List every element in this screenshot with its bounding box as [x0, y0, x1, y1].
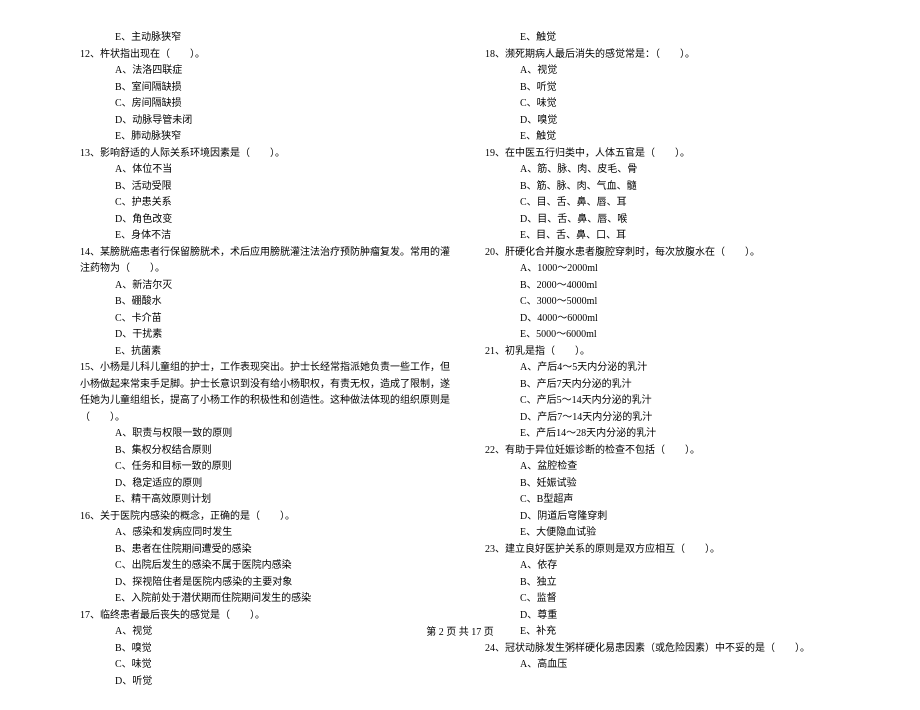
option-23c: C、监督 [485, 591, 860, 608]
option-15e: E、精干高效原则计划 [80, 492, 455, 509]
option-22e: E、大便隐血试验 [485, 525, 860, 542]
option-23a: A、依存 [485, 558, 860, 575]
option-12a: A、法洛四联症 [80, 63, 455, 80]
option-14e: E、抗菌素 [80, 344, 455, 361]
option-15c: C、任务和目标一致的原则 [80, 459, 455, 476]
question-18: 18、濒死期病人最后消失的感觉常是：（ ）。 [485, 47, 860, 64]
option-22d: D、阴道后穹隆穿刺 [485, 509, 860, 526]
option-13a: A、体位不当 [80, 162, 455, 179]
option-19c: C、目、舌、鼻、唇、耳 [485, 195, 860, 212]
question-16: 16、关于医院内感染的概念，正确的是（ ）。 [80, 509, 455, 526]
question-22: 22、有助于异位妊娠诊断的检查不包括（ ）。 [485, 443, 860, 460]
option-24a: A、高血压 [485, 657, 860, 674]
option-17e: E、触觉 [485, 30, 860, 47]
option-14a: A、新洁尔灭 [80, 278, 455, 295]
question-23: 23、建立良好医护关系的原则是双方应相互（ ）。 [485, 542, 860, 559]
question-12: 12、杵状指出现在（ ）。 [80, 47, 455, 64]
option-18d: D、嗅觉 [485, 113, 860, 130]
question-13: 13、影响舒适的人际关系环境因素是（ ）。 [80, 146, 455, 163]
option-15d: D、稳定适应的原则 [80, 476, 455, 493]
option-21b: B、产后7天内分泌的乳汁 [485, 377, 860, 394]
option-14b: B、硼酸水 [80, 294, 455, 311]
option-15a: A、职责与权限一致的原则 [80, 426, 455, 443]
question-15: 15、小杨是儿科儿童组的护士，工作表现突出。护士长经常指派她负责一些工作，但小杨… [80, 360, 455, 426]
option-16c: C、出院后发生的感染不属于医院内感染 [80, 558, 455, 575]
option-21e: E、产后14～28天内分泌的乳汁 [485, 426, 860, 443]
option-21d: D、产后7～14天内分泌的乳汁 [485, 410, 860, 427]
option-20a: A、1000～2000ml [485, 261, 860, 278]
option-21a: A、产后4～5天内分泌的乳汁 [485, 360, 860, 377]
option-13b: B、活动受限 [80, 179, 455, 196]
option-23b: B、独立 [485, 575, 860, 592]
page-footer: 第 2 页 共 17 页 [0, 623, 920, 638]
option-12c: C、房间隔缺损 [80, 96, 455, 113]
question-14: 14、某膀胱癌患者行保留膀胱术，术后应用膀胱灌注法治疗预防肿瘤复发。常用的灌注药… [80, 245, 455, 278]
option-14d: D、干扰素 [80, 327, 455, 344]
option-12b: B、室间隔缺损 [80, 80, 455, 97]
option-13d: D、角色改变 [80, 212, 455, 229]
option-16d: D、探视陪住者是医院内感染的主要对象 [80, 575, 455, 592]
option-16a: A、感染和发病应同时发生 [80, 525, 455, 542]
option-22c: C、B型超声 [485, 492, 860, 509]
option-19e: E、目、舌、鼻、口、耳 [485, 228, 860, 245]
option-12e: E、肺动脉狭窄 [80, 129, 455, 146]
option-13e: E、身体不洁 [80, 228, 455, 245]
option-11e: E、主动脉狭窄 [80, 30, 455, 47]
option-18a: A、视觉 [485, 63, 860, 80]
option-12d: D、动脉导管未闭 [80, 113, 455, 130]
left-column: E、主动脉狭窄 12、杵状指出现在（ ）。 A、法洛四联症 B、室间隔缺损 C、… [80, 30, 455, 690]
option-17d: D、听觉 [80, 674, 455, 691]
option-19b: B、筋、脉、肉、气血、髓 [485, 179, 860, 196]
option-20b: B、2000～4000ml [485, 278, 860, 295]
option-18e: E、触觉 [485, 129, 860, 146]
option-17b: B、嗅觉 [80, 641, 455, 658]
option-21c: C、产后5～14天内分泌的乳汁 [485, 393, 860, 410]
option-20e: E、5000～6000ml [485, 327, 860, 344]
option-18c: C、味觉 [485, 96, 860, 113]
option-20c: C、3000～5000ml [485, 294, 860, 311]
option-13c: C、护患关系 [80, 195, 455, 212]
option-19a: A、筋、脉、肉、皮毛、骨 [485, 162, 860, 179]
option-16e: E、入院前处于潜伏期而住院期间发生的感染 [80, 591, 455, 608]
option-14c: C、卡介苗 [80, 311, 455, 328]
option-22a: A、盆腔检查 [485, 459, 860, 476]
question-21: 21、初乳是指（ ）。 [485, 344, 860, 361]
question-24: 24、冠状动脉发生粥样硬化易患因素（或危险因素）中不妥的是（ ）。 [485, 641, 860, 658]
question-17: 17、临终患者最后丧失的感觉是（ ）。 [80, 608, 455, 625]
option-20d: D、4000～6000ml [485, 311, 860, 328]
option-18b: B、听觉 [485, 80, 860, 97]
option-17c: C、味觉 [80, 657, 455, 674]
question-20: 20、肝硬化合并腹水患者腹腔穿刺时，每次放腹水在（ ）。 [485, 245, 860, 262]
option-15b: B、集权分权结合原则 [80, 443, 455, 460]
question-19: 19、在中医五行归类中，人体五官是（ ）。 [485, 146, 860, 163]
option-22b: B、妊娠试验 [485, 476, 860, 493]
option-23d: D、尊重 [485, 608, 860, 625]
option-16b: B、患者在住院期间遭受的感染 [80, 542, 455, 559]
right-column: E、触觉 18、濒死期病人最后消失的感觉常是：（ ）。 A、视觉 B、听觉 C、… [485, 30, 860, 690]
option-19d: D、目、舌、鼻、唇、喉 [485, 212, 860, 229]
